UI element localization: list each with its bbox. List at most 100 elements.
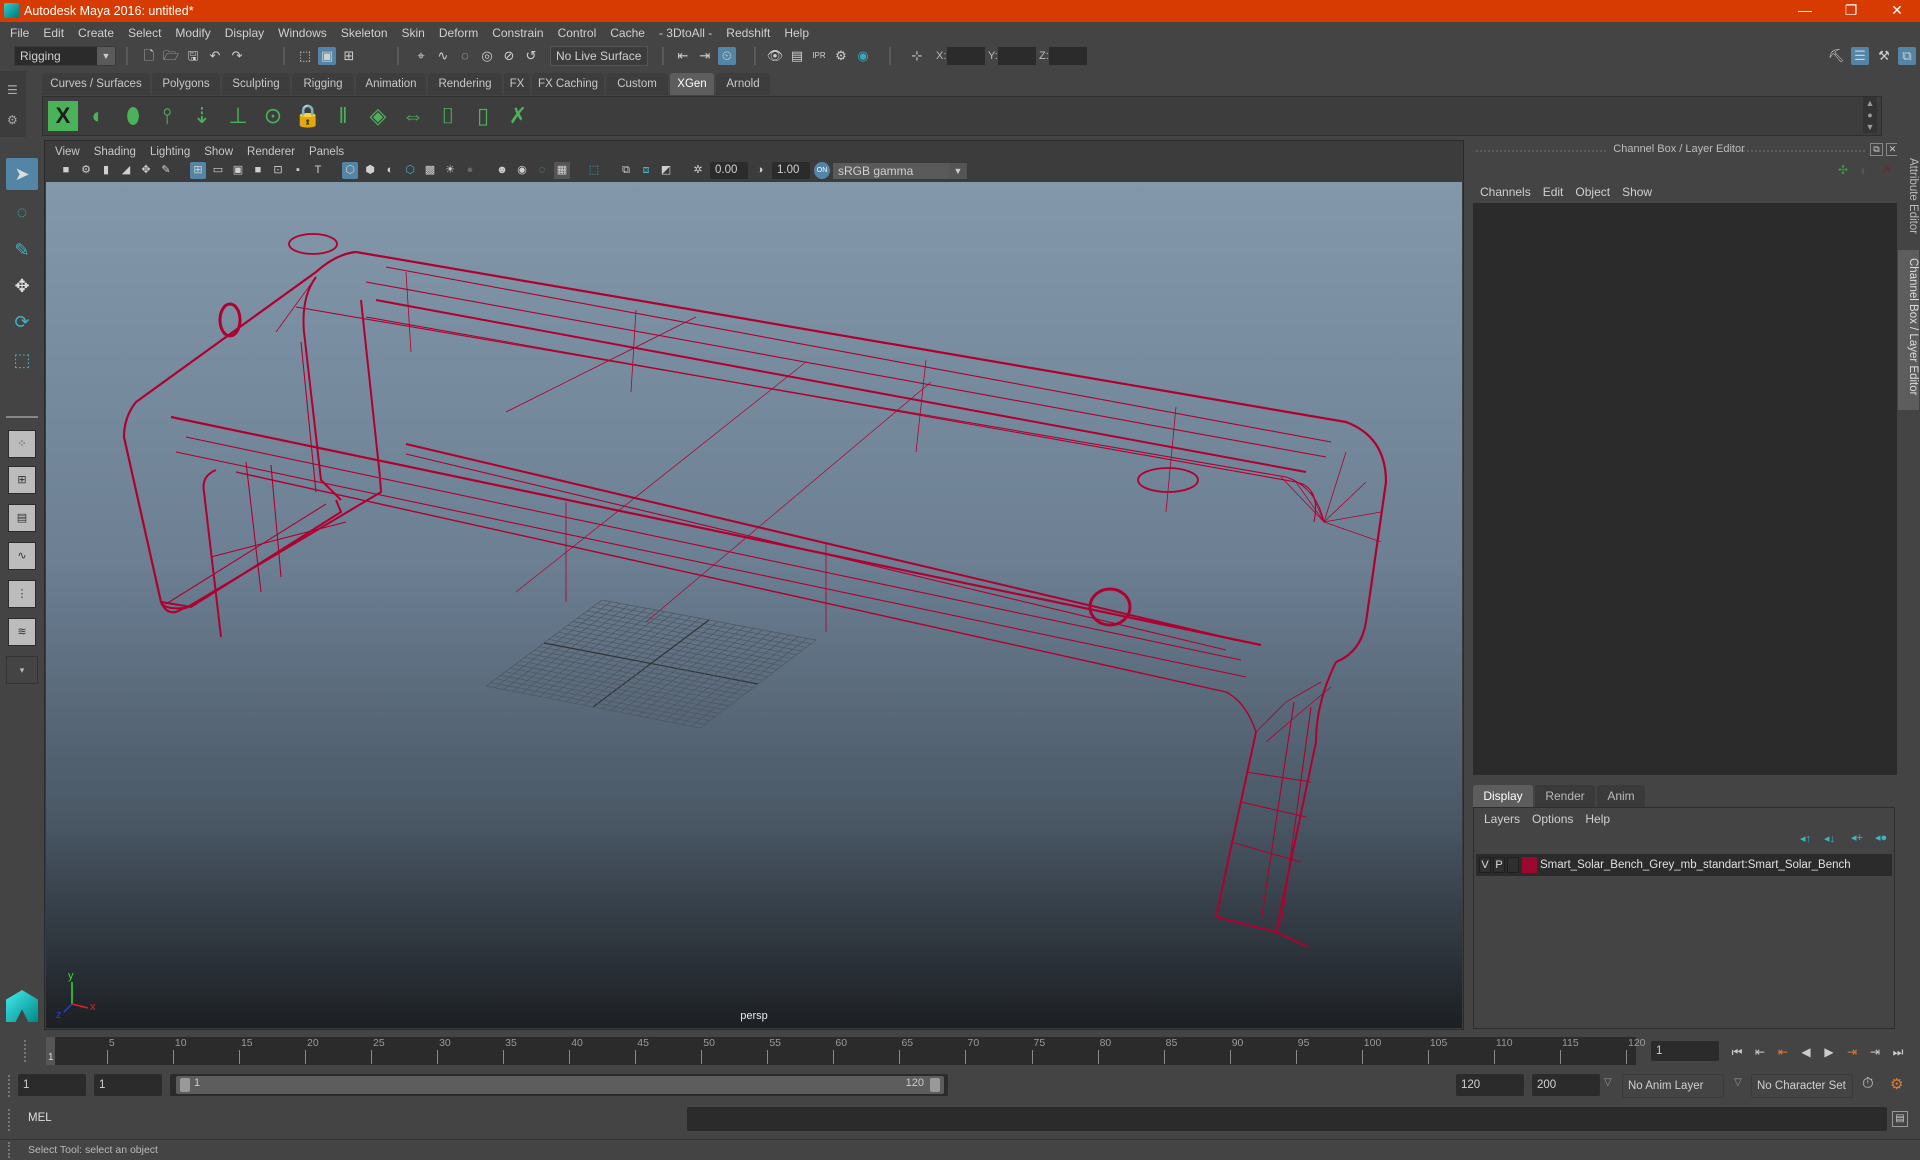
undo-icon[interactable]: ↶ <box>206 47 224 65</box>
new-layer-from-selection-icon[interactable]: ◂● <box>1875 831 1887 844</box>
current-frame-marker[interactable]: 1 <box>46 1037 55 1065</box>
outliner-persp-layout-icon[interactable]: ▤ <box>8 504 36 532</box>
channel-box-tab[interactable]: Channel Box / Layer Editor <box>1898 250 1919 410</box>
camera-icon[interactable]: ■ <box>58 162 74 179</box>
redo-icon[interactable]: ↷ <box>228 47 246 65</box>
menu-redshift[interactable]: Redshift <box>719 22 777 44</box>
range-start-handle[interactable] <box>180 1078 190 1092</box>
move-guides-icon[interactable]: ⇣ <box>187 101 217 131</box>
shelf-tab-sculpting[interactable]: Sculpting <box>222 73 290 95</box>
restore-button[interactable]: ❐ <box>1828 0 1874 22</box>
input-ops-icon[interactable]: ⇤ <box>674 47 692 65</box>
tool-settings-icon[interactable]: ⚒ <box>1875 47 1893 65</box>
ipr-render-icon[interactable]: IPR <box>810 47 828 65</box>
guide-length-icon[interactable]: ‖ <box>328 101 358 131</box>
x-input[interactable] <box>947 47 985 65</box>
move-tool-icon[interactable]: ✥ <box>6 270 38 302</box>
step-forward-key-icon[interactable]: ⇥ <box>1842 1044 1862 1060</box>
playback-start-input[interactable]: 1 <box>94 1074 162 1096</box>
guide-bounds-icon[interactable]: ▯ <box>468 101 498 131</box>
delete-guides-icon[interactable]: ✗ <box>503 101 533 131</box>
layer-color-swatch[interactable] <box>1522 857 1537 873</box>
channel-box-toggle-icon[interactable]: ⧉ <box>1898 47 1916 65</box>
script-editor-icon[interactable]: ▤ <box>1892 1111 1908 1127</box>
layers-menu[interactable]: Layers <box>1478 809 1526 829</box>
viewport-menu-panels[interactable]: Panels <box>302 142 351 162</box>
speed-toggle-icon[interactable]: ◐ <box>1860 162 1868 178</box>
menu-display[interactable]: Display <box>218 22 271 44</box>
layer-row[interactable]: V P Smart_Solar_Bench_Grey_mb_standart:S… <box>1476 854 1892 876</box>
gamma-input[interactable]: 1.00 <box>772 162 810 179</box>
lasso-tool-icon[interactable]: ◌ <box>6 196 38 228</box>
auto-key-icon[interactable]: ⏱ <box>1862 1075 1874 1092</box>
play-forwards-icon[interactable]: ▶ <box>1819 1044 1839 1060</box>
menu-select[interactable]: Select <box>121 22 168 44</box>
range-drag-handle[interactable] <box>8 1075 12 1097</box>
menu-help[interactable]: Help <box>777 22 816 44</box>
menu-modify[interactable]: Modify <box>168 22 217 44</box>
shelf-scroll[interactable]: ▲ ● ▼ <box>1863 97 1877 133</box>
command-drag-handle[interactable] <box>8 1109 12 1131</box>
hypershade-persp-layout-icon[interactable]: ⋮ <box>8 580 36 608</box>
menu-skeleton[interactable]: Skeleton <box>334 22 395 44</box>
move-layer-up-icon[interactable]: ◂↑ <box>1800 832 1811 845</box>
safe-action-icon[interactable]: ▪ <box>290 162 306 179</box>
wireframe-icon[interactable]: ⬡ <box>342 162 358 179</box>
viewport-menu-shading[interactable]: Shading <box>87 142 143 162</box>
show-menu[interactable]: Show <box>1616 183 1658 201</box>
menu-file[interactable]: File <box>3 22 36 44</box>
create-collection-icon[interactable]: ⬮ <box>118 101 148 131</box>
field-chart-icon[interactable]: ⊡ <box>270 162 286 179</box>
depth-of-field-icon[interactable]: ▦ <box>554 162 570 179</box>
select-tool-icon[interactable]: ➤ <box>6 158 38 190</box>
render-view-icon[interactable]: 👁 <box>766 47 784 65</box>
use-default-material-icon[interactable]: ◐ <box>382 162 398 179</box>
layer-tab-render[interactable]: Render <box>1535 785 1595 807</box>
transform-mode-icon[interactable]: ⊹ <box>908 47 926 65</box>
bookmark-icon[interactable]: ▮ <box>98 162 114 179</box>
edit-menu[interactable]: Edit <box>1537 183 1570 201</box>
hyper-toggle-icon[interactable]: ↗ <box>1880 162 1891 178</box>
manipulator-axes-icon[interactable]: ✣ <box>1838 163 1848 177</box>
camera-attributes-icon[interactable]: ⚙ <box>78 162 94 179</box>
timeline-drag-handle[interactable] <box>24 1040 28 1062</box>
shelf-tab-arnold[interactable]: Arnold <box>716 73 770 95</box>
viewport-menu-view[interactable]: View <box>48 142 87 162</box>
render-settings-icon[interactable]: ⚙ <box>832 47 850 65</box>
exposure-icon[interactable]: ✲ <box>690 162 706 179</box>
modeling-toolkit-icon[interactable]: ⛏ <box>1827 47 1845 65</box>
time-slider[interactable]: 1 5 10 15 20 25 30 35 40 45 50 55 60 65 70 75 80 85 90 95 1… <box>46 1037 1646 1065</box>
2d-pan-zoom-icon[interactable]: ✥ <box>138 162 154 179</box>
xray-icon[interactable]: ⧉ <box>618 162 634 179</box>
move-layer-down-icon[interactable]: ◂↓ <box>1824 832 1835 845</box>
xgen-editor-icon[interactable]: X <box>48 101 78 131</box>
live-surface-field[interactable]: No Live Surface <box>550 46 648 66</box>
3d-viewport[interactable]: y x z persp <box>46 182 1462 1028</box>
persp-graph-layout-icon[interactable]: ∿ <box>8 542 36 570</box>
resolution-gate-icon[interactable]: ▣ <box>230 162 246 179</box>
shelf-tab-rendering[interactable]: Rendering <box>428 73 502 95</box>
character-set-dropdown[interactable]: No Character Set <box>1751 1074 1853 1098</box>
menu-3dtoall[interactable]: - 3DtoAll - <box>652 22 719 44</box>
rebuild-guides-icon[interactable]: ⇔ <box>398 101 428 131</box>
select-by-object-icon[interactable]: ▣ <box>318 47 336 65</box>
attribute-editor-toggle-icon[interactable]: ☰ <box>1851 47 1869 65</box>
textured-icon[interactable]: ▩ <box>422 162 438 179</box>
add-guide-icon[interactable]: ⊥ <box>223 101 253 131</box>
single-pane-layout-icon[interactable]: ⁘ <box>8 430 36 458</box>
create-description-icon[interactable]: ◐ <box>83 101 113 131</box>
help-menu[interactable]: Help <box>1579 809 1616 829</box>
layer-tab-display[interactable]: Display <box>1473 785 1533 807</box>
snap-to-curves-icon[interactable]: ∿ <box>434 47 452 65</box>
hypershade-icon[interactable]: ◉ <box>854 47 872 65</box>
step-back-frame-icon[interactable]: ⇤ <box>1750 1044 1770 1060</box>
new-scene-icon[interactable]: 🗋 <box>140 47 158 65</box>
shelf-tab-fx[interactable]: FX <box>504 73 530 95</box>
gate-mask-icon[interactable]: ■ <box>250 162 266 179</box>
go-to-start-icon[interactable]: ⏮ <box>1727 1044 1747 1060</box>
channel-list[interactable] <box>1473 203 1897 775</box>
output-ops-icon[interactable]: ⇥ <box>696 47 714 65</box>
shelf-tab-animation[interactable]: Animation <box>356 73 426 95</box>
range-slider-bar[interactable]: 1 120 <box>176 1076 944 1094</box>
save-scene-icon[interactable]: 🖫 <box>184 47 202 65</box>
